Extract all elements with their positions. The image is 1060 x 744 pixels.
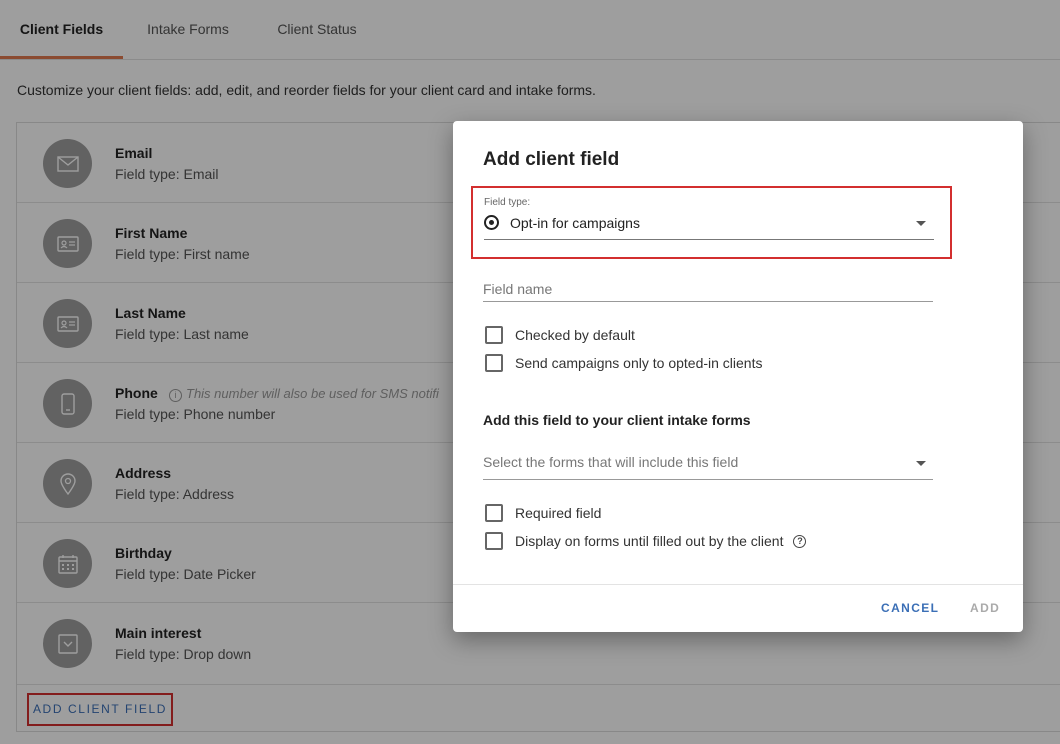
display-on-forms-option[interactable]: Display on forms until filled out by the… xyxy=(485,532,807,550)
dialog-title: Add client field xyxy=(483,149,620,170)
field-type-value: Opt-in for campaigns xyxy=(510,215,640,231)
checkbox-label: Required field xyxy=(515,505,602,521)
forms-select-placeholder: Select the forms that will include this … xyxy=(483,454,739,470)
dialog-footer: CANCEL ADD xyxy=(453,584,1023,632)
intake-forms-select[interactable]: Select the forms that will include this … xyxy=(483,451,933,480)
field-type-select[interactable]: Field type: Opt-in for campaigns xyxy=(471,186,952,259)
help-icon[interactable]: ? xyxy=(793,534,807,548)
radio-selected-icon xyxy=(484,215,499,230)
checkbox-label: Display on forms until filled out by the… xyxy=(515,533,784,549)
chevron-down-icon[interactable] xyxy=(916,461,926,466)
field-name-input[interactable] xyxy=(483,276,933,302)
checkbox[interactable] xyxy=(485,504,503,522)
required-field-option[interactable]: Required field xyxy=(485,504,601,522)
checkbox-label: Send campaigns only to opted-in clients xyxy=(515,355,763,371)
chevron-down-icon[interactable] xyxy=(916,221,926,226)
checkbox[interactable] xyxy=(485,326,503,344)
field-type-underline xyxy=(484,239,934,240)
send-campaigns-option[interactable]: Send campaigns only to opted-in clients xyxy=(485,354,762,372)
checkbox[interactable] xyxy=(485,354,503,372)
checkbox-label: Checked by default xyxy=(515,327,635,343)
checkbox[interactable] xyxy=(485,532,503,550)
add-client-field-dialog: Add client field Field type: Opt-in for … xyxy=(453,121,1023,632)
cancel-button[interactable]: CANCEL xyxy=(881,601,939,615)
checked-by-default-option[interactable]: Checked by default xyxy=(485,326,635,344)
add-button[interactable]: ADD xyxy=(970,601,1000,615)
field-type-label: Field type: xyxy=(484,197,531,208)
intake-forms-section-title: Add this field to your client intake for… xyxy=(483,412,751,428)
